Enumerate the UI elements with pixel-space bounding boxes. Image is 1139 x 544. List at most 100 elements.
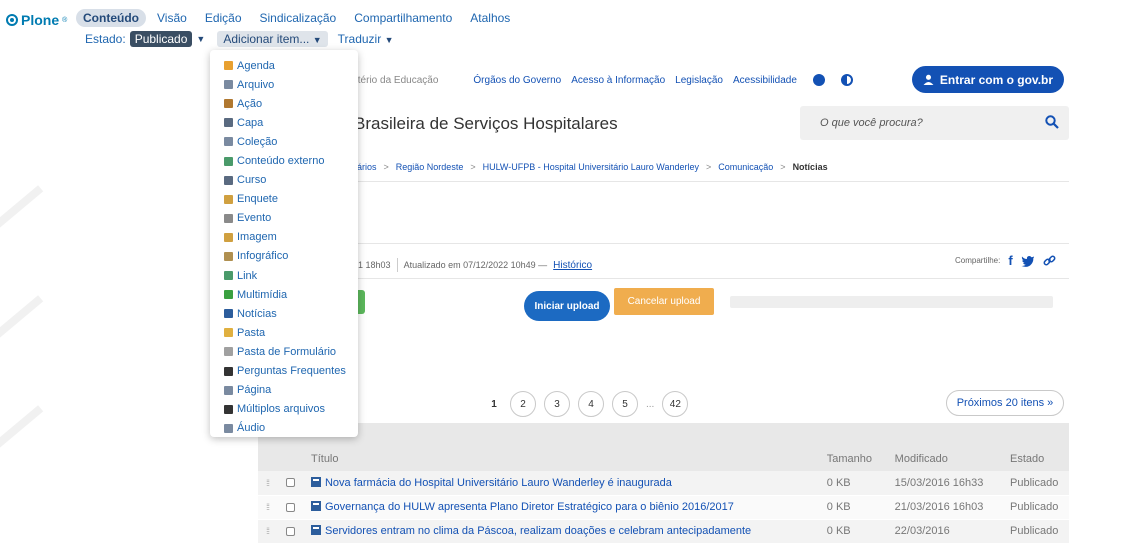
menu-item-label: Notícias <box>237 307 277 320</box>
start-upload-button[interactable]: Iniciar upload <box>524 291 610 321</box>
breadcrumb-item[interactable]: HULW-UFPB - Hospital Universitário Lauro… <box>483 162 699 172</box>
menu-item-course[interactable]: Curso <box>210 171 358 190</box>
table-row[interactable]: ⁞⁞ Governança do HULW apresenta Plano Di… <box>258 495 1069 520</box>
search-input[interactable]: O que você procura? <box>800 106 1069 140</box>
chevron-down-icon: ▼ <box>312 35 322 45</box>
menu-item-collection[interactable]: Coleção <box>210 132 358 151</box>
menu-item-folder[interactable]: Pasta <box>210 323 358 342</box>
menu-item-infographic[interactable]: Infográfico <box>210 247 358 266</box>
row-title-link[interactable]: Governança do HULW apresenta Plano Diret… <box>325 501 734 513</box>
calendar-icon <box>224 61 233 71</box>
plone-logo[interactable]: Plone ® <box>6 12 67 28</box>
menu-item-external-content[interactable]: Conteúdo externo <box>210 151 358 170</box>
menu-item-calendar[interactable]: Agenda <box>210 56 358 75</box>
link-legislacao[interactable]: Legislação <box>675 75 723 86</box>
row-title-link[interactable]: Nova farmácia do Hospital Universitário … <box>325 477 672 489</box>
menu-item-image[interactable]: Imagem <box>210 228 358 247</box>
row-checkbox[interactable] <box>285 502 295 512</box>
table-row[interactable]: ⁞⁞ Nova farmácia do Hospital Universitár… <box>258 471 1069 496</box>
state-caret-icon[interactable]: ▼ <box>196 34 205 44</box>
folder-icon <box>224 328 233 338</box>
translate-button[interactable]: Traduzir ▼ <box>338 32 394 46</box>
menu-item-upload[interactable]: Múltiplos arquivos <box>210 400 358 419</box>
page-current: 1 <box>491 398 497 410</box>
menu-item-label: Link <box>237 269 258 282</box>
menu-item-form-folder[interactable]: Pasta de Formulário <box>210 342 358 361</box>
state-badge[interactable]: Publicado <box>129 31 193 47</box>
ministry-link[interactable]: nistério da Educação <box>345 75 438 86</box>
tab-compartilhamento[interactable]: Compartilhamento <box>347 9 459 27</box>
page-link[interactable]: 2 <box>510 391 536 417</box>
row-checkbox[interactable] <box>285 526 295 536</box>
audio-icon <box>224 423 233 433</box>
tab-atalhos[interactable]: Atalhos <box>463 9 517 27</box>
plone-logo-icon <box>6 14 18 26</box>
page-link[interactable]: 4 <box>578 391 604 417</box>
contrast-icon[interactable] <box>840 74 853 86</box>
link-acesso-informacao[interactable]: Acesso à Informação <box>571 75 665 86</box>
menu-item-news[interactable]: Notícias <box>210 304 358 323</box>
gov-top-links: nistério da Educação Órgãos do Governo A… <box>345 74 853 86</box>
menu-item-multimedia[interactable]: Multimídia <box>210 285 358 304</box>
page-ellipsis: ... <box>646 398 655 410</box>
twitter-icon[interactable] <box>1021 255 1035 267</box>
site-title[interactable]: Brasileira de Serviços Hospitalares <box>354 114 618 134</box>
event-icon <box>224 213 233 223</box>
menu-item-label: Coleção <box>237 135 278 148</box>
add-item-menu: Agenda Arquivo Ação Capa Coleção Conteúdo ext… <box>210 50 358 437</box>
page-link-last[interactable]: 42 <box>662 391 689 417</box>
menu-item-label: Áudio <box>237 422 266 435</box>
menu-item-poll[interactable]: Enquete <box>210 190 358 209</box>
breadcrumb-item[interactable]: Comunicação <box>718 162 773 172</box>
row-size: 0 KB <box>818 495 887 520</box>
drag-handle-icon[interactable]: ⁞⁞ <box>266 478 270 488</box>
image-icon <box>224 232 233 242</box>
link-orgaos-governo[interactable]: Órgãos do Governo <box>473 75 561 86</box>
multimedia-icon <box>224 290 233 300</box>
column-header-modified[interactable]: Modificado <box>886 447 1002 471</box>
menu-item-file[interactable]: Arquivo <box>210 75 358 94</box>
infographic-icon <box>224 251 233 261</box>
tab-conteudo[interactable]: Conteúdo <box>76 9 146 27</box>
cookie-icon[interactable] <box>812 74 825 86</box>
column-header-title[interactable]: Título <box>302 447 819 471</box>
facebook-icon[interactable]: f <box>1008 253 1012 268</box>
search-icon[interactable] <box>1045 115 1059 129</box>
row-title-link[interactable]: Servidores entram no clima da Páscoa, re… <box>325 525 751 537</box>
login-govbr-button[interactable]: Entrar com o gov.br <box>912 66 1064 93</box>
menu-item-event[interactable]: Evento <box>210 209 358 228</box>
tab-sindicalizacao[interactable]: Sindicalização <box>253 9 344 27</box>
breadcrumb-item[interactable]: Região Nordeste <box>396 162 464 172</box>
link-icon <box>224 271 233 281</box>
drag-handle-icon[interactable]: ⁞⁞ <box>266 526 270 536</box>
column-header-state[interactable]: Estado <box>1002 447 1069 471</box>
file-icon <box>224 80 233 90</box>
menu-item-faq[interactable]: Perguntas Frequentes <box>210 362 358 381</box>
form-folder-icon <box>224 347 233 357</box>
tab-edicao[interactable]: Edição <box>198 9 249 27</box>
menu-item-link[interactable]: Link <box>210 266 358 285</box>
link-icon[interactable] <box>1043 254 1056 267</box>
background-decoration <box>0 405 44 463</box>
next-page-button[interactable]: Próximos 20 itens » <box>946 390 1064 416</box>
add-files-button[interactable] <box>357 290 365 314</box>
add-item-button[interactable]: Adicionar item... ▼ <box>217 31 328 47</box>
row-checkbox[interactable] <box>285 478 295 488</box>
pagination: 1 2 3 4 5 ... 42 <box>486 391 689 417</box>
drag-handle-icon[interactable]: ⁞⁞ <box>266 502 270 512</box>
column-header-size[interactable]: Tamanho <box>818 447 887 471</box>
table-row[interactable]: ⁞⁞ Servidores entram no clima da Páscoa,… <box>258 519 1069 544</box>
link-acessibilidade[interactable]: Acessibilidade <box>733 75 797 86</box>
cancel-upload-button[interactable]: Cancelar upload <box>614 288 714 315</box>
document-meta: 2021 18h03 Atualizado em 07/12/2022 10h4… <box>343 258 592 272</box>
menu-item-page[interactable]: Página <box>210 381 358 400</box>
tab-visao[interactable]: Visão <box>150 9 194 27</box>
menu-item-audio[interactable]: Áudio <box>210 419 358 438</box>
row-state: Publicado <box>1002 495 1069 520</box>
page-link[interactable]: 3 <box>544 391 570 417</box>
menu-item-cover[interactable]: Capa <box>210 113 358 132</box>
history-link[interactable]: Histórico <box>553 260 592 271</box>
menu-item-label: Curso <box>237 174 267 187</box>
page-link[interactable]: 5 <box>612 391 638 417</box>
menu-item-action[interactable]: Ação <box>210 94 358 113</box>
